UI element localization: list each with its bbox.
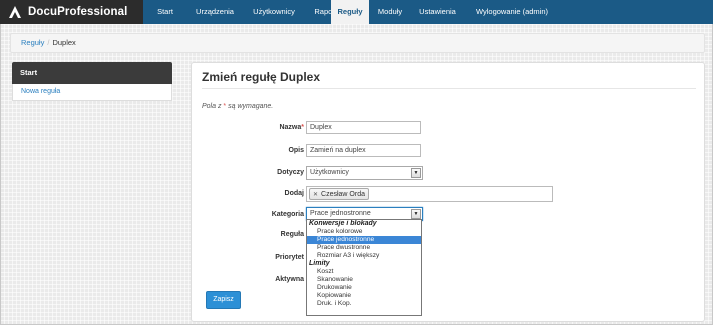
opis-label: Opis (288, 147, 304, 154)
option-kopiowanie[interactable]: Kopiowanie (307, 292, 421, 300)
option-group-label: Limity (309, 260, 330, 267)
dodaj-multiselect[interactable]: ✕ Czesław Orda (306, 186, 553, 202)
nav-reguly[interactable]: Reguły (331, 0, 369, 24)
option-rozmiar-a3[interactable]: Rozmiar A3 i większy (307, 252, 421, 260)
option-prace-dwustronne[interactable]: Prace dwustronne (307, 244, 421, 252)
breadcrumb: Reguły / Duplex (10, 33, 705, 53)
dodaj-label: Dodaj (284, 190, 304, 197)
kategoria-dropdown-list[interactable]: Konwersje i blokady Prace kolorowe Prace… (306, 219, 422, 316)
nav-logout[interactable]: Wylogowanie (admin) (464, 0, 560, 24)
sidebar-heading[interactable]: Start (12, 62, 172, 84)
breadcrumb-current: Duplex (52, 38, 76, 47)
option-prace-kolorowe[interactable]: Prace kolorowe (307, 228, 421, 236)
dotyczy-label: Dotyczy (277, 169, 304, 176)
option-prace-jednostronne[interactable]: Prace jednostronne (307, 236, 421, 244)
nav-uzytkownicy[interactable]: Użytkownicy (243, 0, 305, 24)
aktywna-label: Aktywna (275, 276, 304, 283)
remove-tag-icon[interactable]: ✕ (313, 191, 318, 198)
brand-name: DocuProfessional (28, 6, 128, 18)
docuprofessional-logo-icon (9, 6, 21, 18)
chevron-down-icon[interactable]: ▼ (411, 209, 421, 219)
sidebar-new-rule-link[interactable]: Nowa reguła (12, 84, 172, 101)
option-drukowanie[interactable]: Drukowanie (307, 284, 421, 292)
regula-label: Reguła (280, 231, 304, 238)
top-navbar: DocuProfessional Start Urządzenia Użytko… (0, 0, 713, 24)
page-title: Zmień regułę Duplex (202, 70, 321, 84)
nav-moduly[interactable]: Moduły (369, 0, 411, 24)
option-druk-i-kop[interactable]: Druk. i Kop. (307, 300, 421, 308)
option-skanowanie[interactable]: Skanowanie (307, 276, 421, 284)
nazwa-label: Nazwa* (279, 124, 304, 131)
chevron-down-icon[interactable]: ▼ (411, 168, 421, 178)
edit-rule-panel: Zmień regułę Duplex Pola z * są wymagane… (191, 62, 705, 322)
title-divider (202, 88, 696, 89)
breadcrumb-reguly[interactable]: Reguły (21, 38, 44, 47)
save-button[interactable]: Zapisz (206, 291, 241, 309)
brand[interactable]: DocuProfessional (0, 0, 143, 24)
option-group-label: Konwersje i blokady (309, 220, 377, 227)
selected-user-tag: ✕ Czesław Orda (309, 188, 369, 200)
sidebar: Start Nowa reguła (12, 62, 172, 101)
kategoria-label: Kategoria (271, 211, 304, 218)
priorytet-label: Priorytet (275, 254, 304, 261)
required-fields-note: Pola z * są wymagane. (202, 103, 274, 110)
nazwa-input[interactable]: Duplex (306, 121, 421, 134)
dotyczy-select[interactable]: Użytkownicy ▼ (306, 166, 423, 180)
nav-start[interactable]: Start (143, 0, 187, 24)
nav-ustawienia[interactable]: Ustawienia (411, 0, 464, 24)
breadcrumb-separator: / (47, 38, 50, 47)
nav-urzadzenia[interactable]: Urządzenia (187, 0, 243, 24)
option-koszt[interactable]: Koszt (307, 268, 421, 276)
opis-textarea[interactable]: Zamień na duplex (306, 144, 421, 157)
